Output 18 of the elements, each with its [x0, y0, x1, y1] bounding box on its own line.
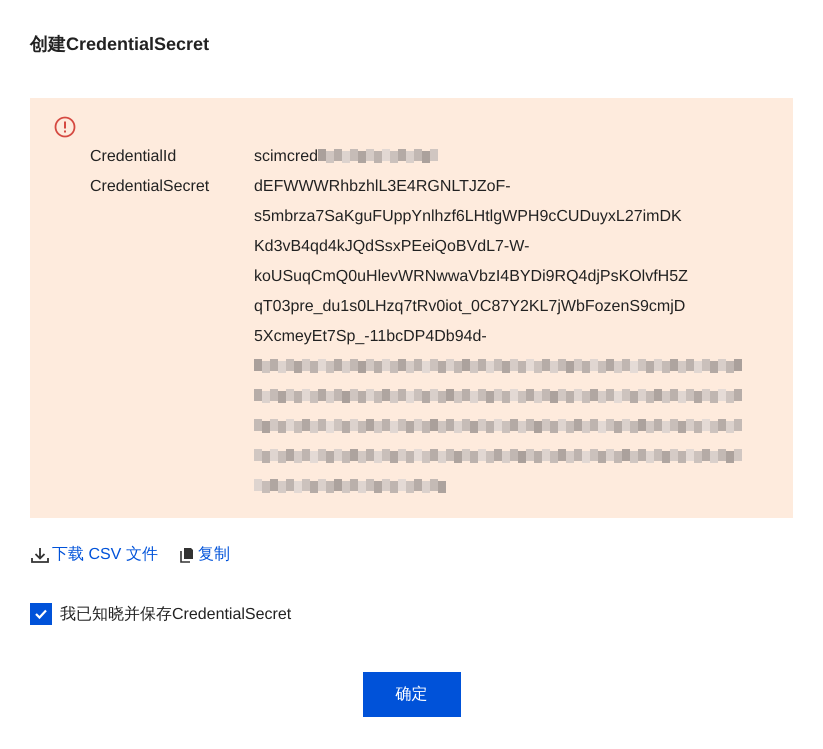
confirm-button[interactable]: 确定: [362, 672, 460, 717]
download-link[interactable]: 下载 CSV 文件: [30, 544, 158, 565]
field-value: scimcred: [254, 147, 318, 167]
warning-icon: [54, 116, 76, 138]
acknowledge-checkbox[interactable]: [30, 603, 52, 625]
field-value: koUSuqCmQ0uHlevWRNwwaVbzI4BYDi9RQ4djPsKOlvfH5Z: [254, 267, 688, 287]
field-value: s5mbrza7SaKguFUppYnlhzf6LHtlgWPH9cCUDuyxL27imDK: [254, 207, 682, 227]
check-icon: [34, 607, 48, 621]
field-value: dEFWWWRhbzhlL3E4RGNLTJZoF-: [254, 177, 511, 197]
copy-link[interactable]: 复制: [178, 544, 230, 565]
field-value: qT03pre_du1s0LHzq7tRv0iot_0C87Y2KL7jWbFozenS9cmjD: [254, 297, 686, 317]
dialog-title: 创建CredentialSecret: [30, 33, 210, 56]
acknowledge-label: 我已知晓并保存CredentialSecret: [60, 604, 292, 624]
copy-icon: [178, 546, 196, 564]
field-label: CredentialSecret: [90, 177, 210, 197]
field-label: CredentialId: [90, 147, 178, 167]
field-value: Kd3vB4qd4kJQdSsxPEeiQoBVdL7-W-: [254, 237, 530, 257]
field-value: 5XcmeyEt7Sp_-11bcDP4Db94d-: [254, 327, 487, 347]
